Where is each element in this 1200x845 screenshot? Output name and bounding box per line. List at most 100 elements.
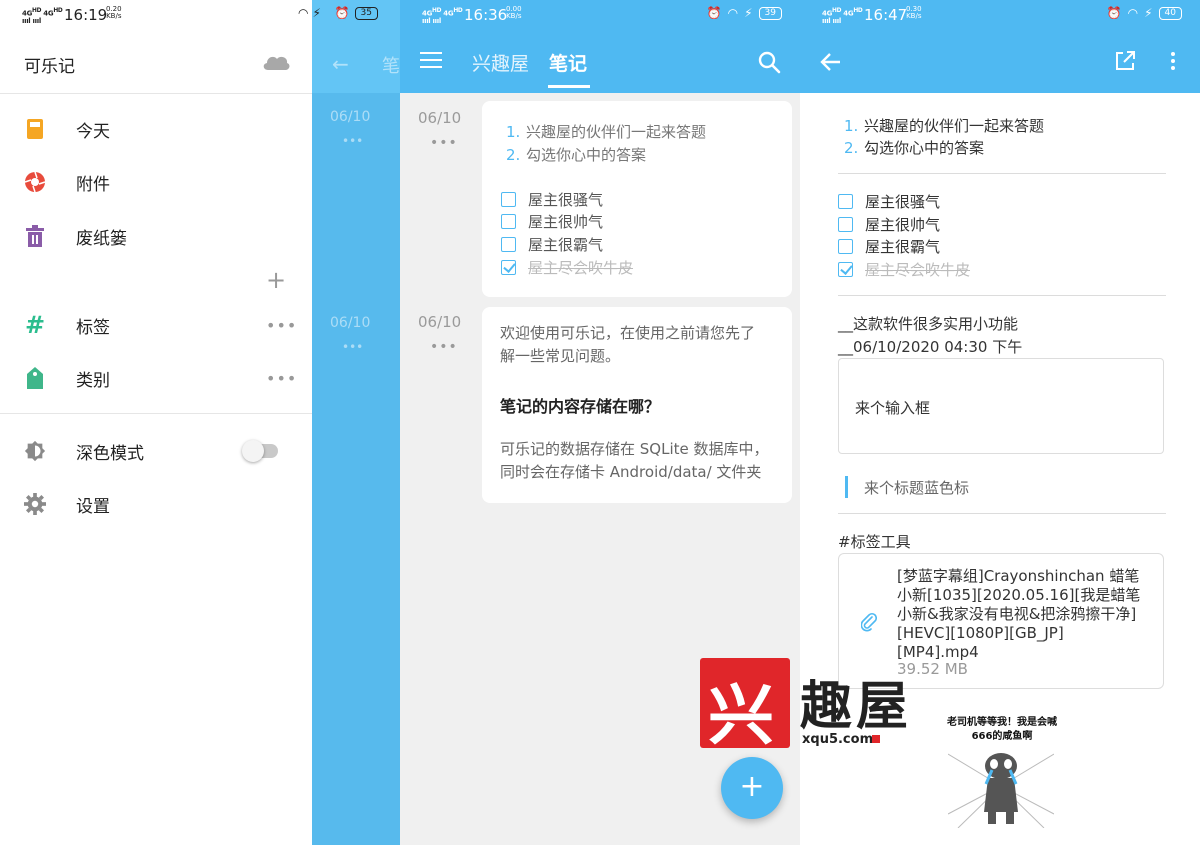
app-title: 可乐记: [24, 57, 75, 77]
checkbox[interactable]: [838, 194, 853, 209]
note-card[interactable]: 欢迎使用可乐记，在使用之前请您先了 解一些常见问题。 笔记的内容存储在哪？ 可乐…: [482, 307, 792, 503]
more-vert-icon[interactable]: [1171, 52, 1175, 70]
more-options-icon[interactable]: •••: [266, 316, 297, 335]
divider: [0, 93, 312, 94]
checkbox[interactable]: [838, 217, 853, 232]
meme-sticker: 老司机等等我！我是会喊666的咸鱼啊: [944, 714, 1058, 830]
charging-icon: ⚡: [1144, 6, 1153, 20]
divider: [838, 513, 1166, 514]
wifi-icon: ◠: [298, 6, 309, 20]
watermark-url: xqu5.com: [802, 732, 874, 747]
checklist-item[interactable]: 屋主很帅气: [838, 214, 940, 235]
ghost-tab: 笔: [382, 56, 400, 77]
nav-item-label: 深色模式: [76, 443, 144, 464]
open-external-icon[interactable]: [1114, 50, 1136, 72]
nav-item-tags[interactable]: # 标签 •••: [0, 302, 312, 348]
dark-mode-toggle[interactable]: [242, 440, 278, 462]
ghost-dots: •••: [342, 340, 364, 354]
nav-item-label: 今天: [76, 121, 110, 142]
checklist-item[interactable]: 屋主很帅气: [501, 211, 603, 232]
nav-item-attachments[interactable]: 附件: [0, 159, 312, 205]
ghost-back-icon: ←: [332, 52, 349, 76]
signal-icon: 4GHD 4GHD ıııl ıııl: [22, 8, 63, 26]
checkbox-checked[interactable]: [838, 262, 853, 277]
checklist-item[interactable]: 屋主很霸气: [501, 234, 603, 255]
cloud-sync-icon[interactable]: [262, 53, 290, 71]
nav-item-categories[interactable]: 类别 •••: [0, 355, 312, 401]
blue-title-text: 来个标题蓝色标: [864, 479, 970, 497]
app-bar: 4GHD 4GHD ıııl ıııl 16:36 0.00 KB/s ⏰ ◠ ⚡ …: [400, 0, 800, 93]
status-right: ⏰ ◠ ⚡ 39: [707, 6, 782, 20]
tab-notes[interactable]: 笔记: [549, 49, 587, 76]
search-icon[interactable]: [757, 50, 781, 74]
trash-icon: [24, 225, 46, 247]
ordered-item: 1. 兴趣屋的伙伴们一起来答题: [506, 123, 707, 141]
tag-line[interactable]: #标签工具: [838, 531, 911, 552]
net-speed: 0.00 KB/s: [506, 5, 522, 20]
net-speed: 0.20 KB/s: [106, 5, 122, 20]
note-text: 解一些常见问题。: [500, 347, 621, 365]
note-timestamp: __06/10/2020 04:30 下午: [838, 338, 1023, 356]
meme-caption: 老司机等等我！我是会喊666的咸鱼啊: [947, 717, 1057, 742]
status-right: ⏰ ◠ ⚡ 40: [1107, 6, 1182, 20]
tab-interest-house[interactable]: 兴趣屋: [472, 49, 529, 76]
nav-item-label: 类别: [76, 370, 110, 391]
ghost-date: 06/10: [330, 109, 371, 125]
more-options-icon[interactable]: •••: [266, 369, 297, 388]
add-note-button[interactable]: +: [721, 757, 783, 819]
battery-icon: 35: [354, 6, 378, 20]
battery-icon: 39: [758, 6, 782, 20]
status-bar-right: ⏰ 35 ◠ ⚡: [298, 0, 400, 30]
ghost-date: 06/10: [330, 315, 371, 331]
note-text: __这款软件很多实用小功能: [838, 315, 1019, 333]
nav-item-dark-mode[interactable]: 深色模式: [0, 428, 312, 474]
status-time: 16:47: [864, 6, 908, 24]
note-text: 同时会在存储卡 Android/data/ 文件夹: [500, 463, 762, 481]
crying-figure-illustration: [948, 753, 1054, 828]
battery-icon: 40: [1158, 6, 1182, 20]
attachment-filename: [梦蓝字幕组]Crayonshinchan 蜡笔 小新[1035][2020.0…: [897, 567, 1141, 661]
checkbox[interactable]: [501, 192, 516, 207]
wifi-icon: ◠: [727, 6, 739, 20]
note-text: 欢迎使用可乐记，在使用之前请您先了: [500, 324, 756, 342]
ordered-item: 2. 勾选你心中的答案: [506, 146, 647, 164]
checkbox[interactable]: [501, 214, 516, 229]
checklist-item[interactable]: 屋主尽会吹牛皮: [501, 257, 633, 278]
checkbox-checked[interactable]: [501, 260, 516, 275]
hamburger-menu-icon[interactable]: [420, 52, 442, 70]
checkbox[interactable]: [838, 239, 853, 254]
nav-item-settings[interactable]: 设置: [0, 481, 312, 527]
signal-icon: 4GHD 4GHD ıııl ıııl: [822, 8, 863, 26]
checklist-item[interactable]: 屋主很骚气: [501, 189, 603, 210]
watermark-dot: [872, 735, 880, 743]
nav-item-label: 标签: [76, 317, 110, 338]
paperclip-icon: [861, 612, 877, 632]
note-heading: 笔记的内容存储在哪？: [500, 397, 661, 416]
note-more-icon[interactable]: •••: [430, 135, 458, 151]
nav-item-today[interactable]: 今天: [0, 106, 312, 152]
watermark-logo-char: 兴: [708, 676, 774, 754]
gear-icon: [24, 493, 46, 515]
ghost-dots: •••: [342, 134, 364, 148]
checklist-item[interactable]: 屋主很骚气: [838, 191, 940, 212]
status-time: 16:19: [64, 6, 108, 24]
hash-icon: #: [24, 311, 46, 339]
navigation-drawer: 4GHD 4GHD ıııl ıııl 16:19 0.20 KB/s 可乐记 今天…: [0, 0, 312, 845]
ordered-item: 1. 兴趣屋的伙伴们一起来答题: [844, 117, 1045, 135]
net-speed: 0.30 KB/s: [906, 5, 922, 20]
dark-mode-icon: [24, 440, 46, 462]
checklist-item[interactable]: 屋主很霸气: [838, 236, 940, 257]
add-group-button[interactable]: +: [266, 266, 286, 294]
checklist-item[interactable]: 屋主尽会吹牛皮: [838, 259, 970, 280]
nav-item-trash[interactable]: 废纸篓: [0, 213, 312, 259]
note-input-box[interactable]: 来个输入框: [838, 358, 1164, 454]
nav-item-label: 设置: [76, 496, 110, 517]
checkbox[interactable]: [501, 237, 516, 252]
note-more-icon[interactable]: •••: [430, 339, 458, 355]
note-card[interactable]: 1. 兴趣屋的伙伴们一起来答题 2. 勾选你心中的答案 屋主很骚气 屋主很帅气 屋主…: [482, 101, 792, 297]
back-arrow-icon[interactable]: [820, 51, 842, 73]
alarm-icon: ⏰: [334, 6, 350, 20]
charging-icon: ⚡: [744, 6, 753, 20]
nav-item-label: 废纸篓: [76, 228, 127, 249]
watermark-text: 趣屋: [800, 676, 913, 737]
